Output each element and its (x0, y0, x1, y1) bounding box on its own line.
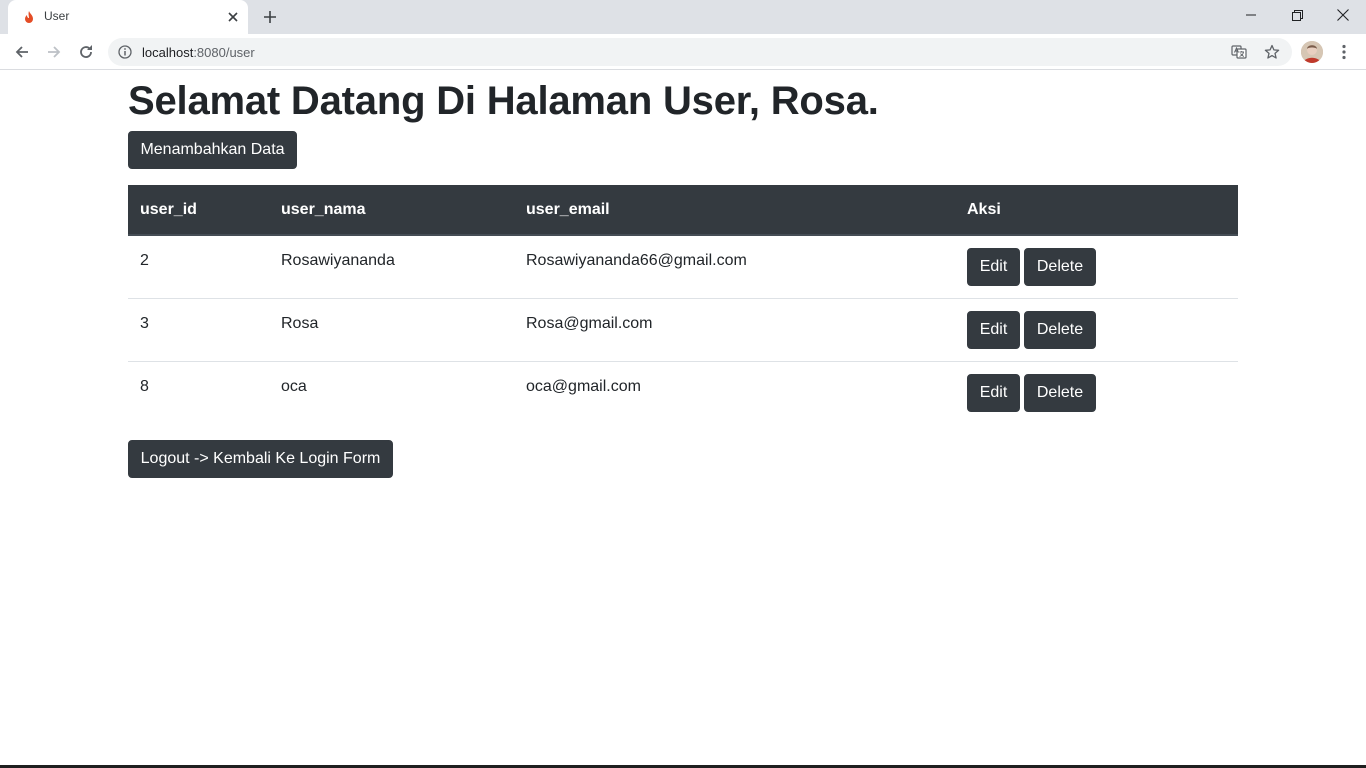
table-row: 8 oca oca@gmail.com Edit Delete (128, 360, 1238, 424)
cell-aksi: Edit Delete (955, 235, 1238, 298)
cell-user-email: oca@gmail.com (514, 360, 955, 424)
flame-icon (22, 10, 36, 24)
arrow-right-icon[interactable] (40, 38, 68, 66)
cell-user-id: 2 (140, 252, 149, 269)
browser-tab-active[interactable]: User (8, 0, 248, 34)
minimize-icon[interactable] (1228, 0, 1274, 30)
translate-icon[interactable] (1229, 42, 1249, 62)
column-header-user-email[interactable]: user_email (514, 185, 955, 236)
cell-user-nama: Rosa (269, 297, 514, 361)
cell-aksi: Edit Delete (955, 297, 1238, 361)
add-data-button[interactable]: Menambahkan Data (128, 131, 297, 169)
column-header-user-id[interactable]: user_id (128, 185, 269, 236)
edit-button[interactable]: Edit (967, 373, 1020, 412)
table-header: user_id user_nama user_email Aksi (128, 185, 1238, 236)
profile-avatar[interactable] (1301, 41, 1323, 63)
restore-icon[interactable] (1274, 0, 1320, 30)
cell-aksi: Edit Delete (955, 360, 1238, 424)
tab-title: User (44, 9, 70, 23)
edit-button[interactable]: Edit (967, 310, 1020, 349)
edit-button[interactable]: Edit (967, 248, 1020, 286)
url-host: localhost (142, 45, 194, 60)
browser-tabstrip: User (0, 0, 1366, 34)
cell-user-id: 8 (128, 360, 269, 424)
delete-button[interactable]: Delete (1024, 248, 1096, 286)
plus-icon[interactable] (259, 6, 281, 28)
url-path: :8080/user (193, 45, 255, 60)
reload-icon[interactable] (72, 38, 100, 66)
url-text[interactable]: localhost:8080/user (142, 45, 255, 60)
column-header-user-nama[interactable]: user_nama (269, 185, 514, 236)
kebab-menu-icon[interactable] (1334, 40, 1354, 64)
table-row: 3 Rosa Rosa@gmail.com Edit Delete (128, 297, 1238, 361)
close-icon[interactable] (224, 8, 242, 26)
column-header-aksi[interactable]: Aksi (955, 185, 1238, 236)
browser-toolbar: localhost:8080/user (0, 34, 1366, 70)
logout-button[interactable]: Logout -> Kembali Ke Login Form (128, 440, 393, 478)
star-icon[interactable] (1262, 42, 1282, 62)
address-bar[interactable]: localhost:8080/user (108, 38, 1292, 66)
users-table: user_id user_nama user_email Aksi 2 Rosa… (128, 185, 1238, 424)
cell-user-email: Rosa@gmail.com (514, 297, 955, 361)
window-close-icon[interactable] (1320, 0, 1366, 30)
cell-user-nama: Rosawiyananda (281, 252, 395, 269)
info-icon[interactable] (118, 45, 132, 59)
arrow-left-icon[interactable] (8, 38, 36, 66)
cell-user-id: 3 (128, 297, 269, 361)
table-row: 2 Rosawiyananda Rosawiyananda66@gmail.co… (128, 235, 1238, 298)
page-title: Selamat Datang Di Halaman User, Rosa. (128, 79, 879, 123)
delete-button[interactable]: Delete (1024, 310, 1096, 349)
delete-button[interactable]: Delete (1024, 373, 1096, 412)
cell-user-nama: oca (269, 360, 514, 424)
page-content: Selamat Datang Di Halaman User, Rosa. Me… (0, 71, 1366, 765)
cell-user-email: Rosawiyananda66@gmail.com (526, 252, 747, 269)
